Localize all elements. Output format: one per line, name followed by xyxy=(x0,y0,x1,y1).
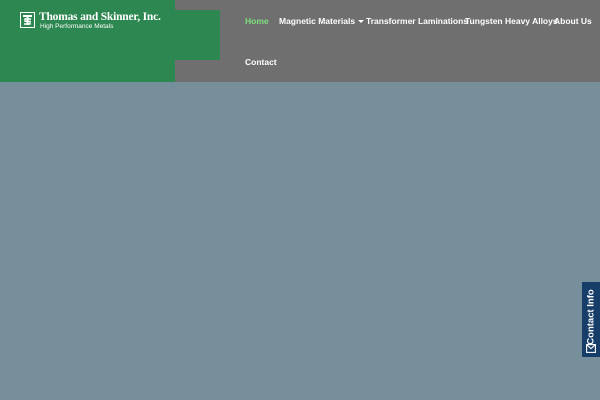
ts-monogram-icon xyxy=(23,15,32,25)
nav-item-about-us[interactable]: About Us xyxy=(554,15,592,27)
contact-info-label: Contact Info xyxy=(585,289,597,345)
brand-tagline: High Performance Metals xyxy=(40,23,114,30)
logo-block-extension xyxy=(175,10,220,60)
page: Thomas and Skinner, Inc. High Performanc… xyxy=(0,0,600,400)
envelope-icon xyxy=(586,344,596,353)
nav-item-tungsten-heavy-alloys[interactable]: Tungsten Heavy Alloys xyxy=(465,15,558,27)
nav-item-home[interactable]: Home xyxy=(245,15,269,27)
brand-logo-link[interactable]: Thomas and Skinner, Inc. High Performanc… xyxy=(20,11,180,32)
brand-emblem-icon xyxy=(20,12,35,28)
contact-info-tab-inner: Contact Info xyxy=(582,282,600,357)
contact-info-tab[interactable]: Contact Info xyxy=(582,282,600,357)
site-header: Thomas and Skinner, Inc. High Performanc… xyxy=(0,0,600,82)
brand-name: Thomas and Skinner, Inc. xyxy=(39,11,161,23)
nav-item-label: Magnetic Materials xyxy=(279,16,356,26)
nav-item-magnetic-materials[interactable]: Magnetic Materials xyxy=(279,15,365,27)
nav-item-transformer-laminations[interactable]: Transformer Laminations xyxy=(366,15,468,27)
caret-down-icon xyxy=(358,20,365,24)
nav-item-contact[interactable]: Contact xyxy=(245,56,277,68)
